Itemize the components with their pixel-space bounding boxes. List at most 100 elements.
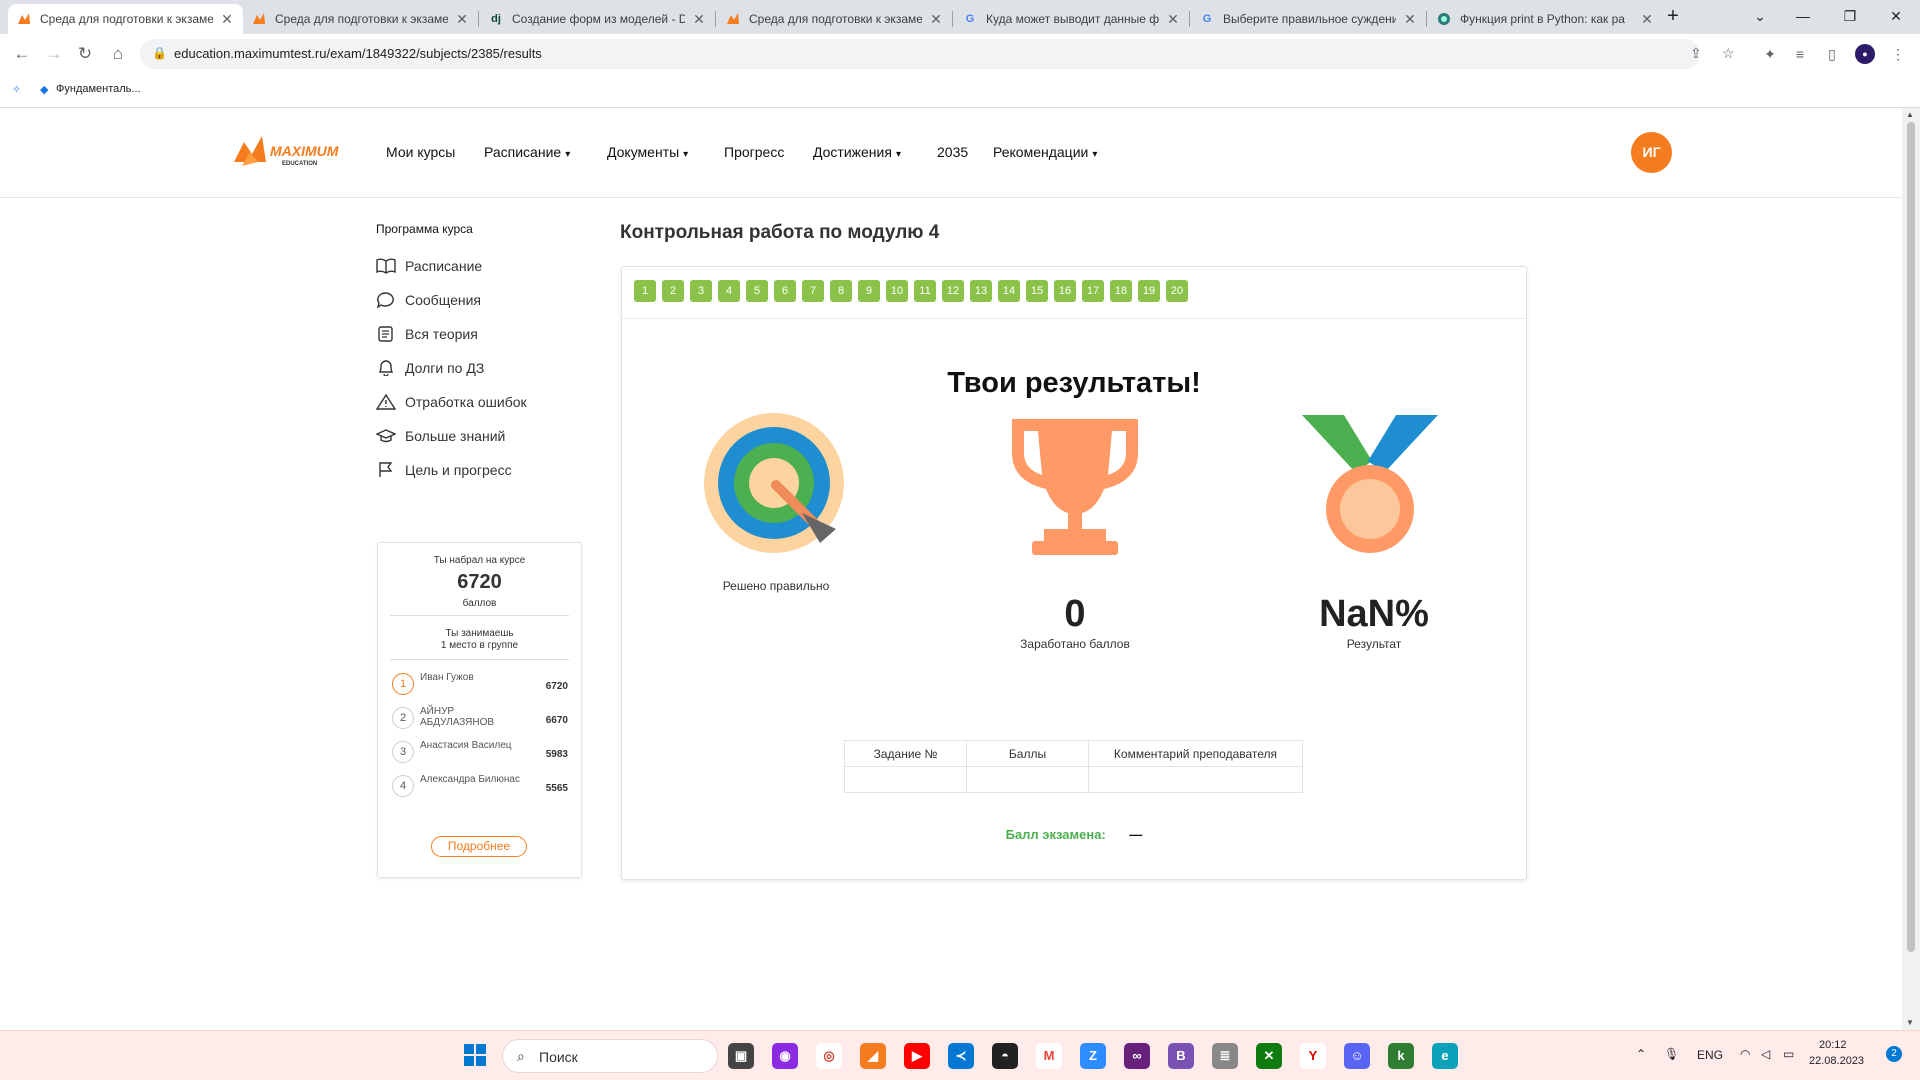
page-scrollbar[interactable]: ▲ ▼ xyxy=(1902,108,1920,1030)
app-icon[interactable]: ◉ xyxy=(772,1043,798,1069)
home-icon[interactable]: ⌂ xyxy=(104,40,132,68)
browser-tab[interactable]: Среда для подготовки к экзаме ✕ xyxy=(8,4,243,34)
new-tab-button[interactable]: + xyxy=(1653,4,1693,28)
notification-badge[interactable]: 2 xyxy=(1886,1046,1902,1062)
scroll-down-icon[interactable]: ▼ xyxy=(1906,1018,1914,1027)
close-tab-icon[interactable]: ✕ xyxy=(219,11,235,28)
question-button[interactable]: 7 xyxy=(802,280,824,302)
windows-start-icon[interactable] xyxy=(462,1043,488,1069)
sidebar-item-more-knowledge[interactable]: Больше знаний xyxy=(376,424,505,448)
nav-schedule[interactable]: Расписание ▾ xyxy=(484,144,570,160)
browser-tab[interactable]: Среда для подготовки к экзаме ✕ xyxy=(243,4,478,34)
question-button[interactable]: 14 xyxy=(998,280,1020,302)
nav-2035[interactable]: 2035 xyxy=(937,144,968,160)
clock-time[interactable]: 20:12 xyxy=(1819,1039,1847,1051)
question-button[interactable]: 1 xyxy=(634,280,656,302)
microphone-icon[interactable]: 🎙 xyxy=(1664,1047,1679,1061)
forward-icon[interactable]: → xyxy=(40,40,68,68)
question-button[interactable]: 12 xyxy=(942,280,964,302)
question-button[interactable]: 4 xyxy=(718,280,740,302)
reload-icon[interactable]: ↻ xyxy=(71,40,99,68)
nav-progress[interactable]: Прогресс xyxy=(724,144,784,160)
chevron-up-icon[interactable]: ⌃ xyxy=(1636,1047,1646,1061)
battery-icon[interactable]: ▭ xyxy=(1783,1047,1794,1061)
gmail-icon[interactable]: M xyxy=(1036,1043,1062,1069)
volume-icon[interactable]: ◁ xyxy=(1761,1047,1770,1061)
question-button[interactable]: 2 xyxy=(662,280,684,302)
clock-date[interactable]: 22.08.2023 xyxy=(1809,1055,1864,1067)
github-icon[interactable]: ◓ xyxy=(992,1043,1018,1069)
user-avatar[interactable]: ИГ xyxy=(1631,132,1672,173)
scroll-up-icon[interactable]: ▲ xyxy=(1906,110,1914,119)
share-icon[interactable]: ⇪ xyxy=(1690,45,1702,62)
bootstrap-icon[interactable]: B xyxy=(1168,1043,1194,1069)
profile-icon[interactable]: ● xyxy=(1855,44,1875,64)
browser-tab[interactable]: Функция print в Python: как ра ✕ xyxy=(1428,4,1663,34)
sidebar-item-theory[interactable]: Вся теория xyxy=(376,322,478,346)
task-view-icon[interactable]: ▣ xyxy=(728,1043,754,1069)
taskbar-search[interactable]: ⌕ Поиск xyxy=(502,1039,718,1073)
discord-icon[interactable]: ☺ xyxy=(1344,1043,1370,1069)
question-button[interactable]: 8 xyxy=(830,280,852,302)
extensions-icon[interactable]: ✦ xyxy=(1760,44,1780,64)
wifi-icon[interactable]: ◠ xyxy=(1740,1047,1750,1061)
question-button[interactable]: 5 xyxy=(746,280,768,302)
tab-search-icon[interactable]: ⌄ xyxy=(1740,4,1780,28)
sidebar-item-error-practice[interactable]: Отработка ошибок xyxy=(376,390,527,414)
nav-my-courses[interactable]: Мои курсы xyxy=(386,144,455,160)
browser-tab[interactable]: Среда для подготовки к экзаме ✕ xyxy=(717,4,952,34)
menu-icon[interactable]: ⋮ xyxy=(1888,44,1908,64)
bookmark-star-icon[interactable]: ☆ xyxy=(1722,45,1735,62)
nav-achievements[interactable]: Достижения ▾ xyxy=(813,144,901,160)
xbox-icon[interactable]: ✕ xyxy=(1256,1043,1282,1069)
youtube-icon[interactable]: ▶ xyxy=(904,1043,930,1069)
address-bar[interactable]: 🔒 education.maximumtest.ru/exam/1849322/… xyxy=(140,39,1735,69)
question-button[interactable]: 10 xyxy=(886,280,908,302)
sidebar-item-homework-debts[interactable]: Долги по ДЗ xyxy=(376,356,484,380)
question-button[interactable]: 3 xyxy=(690,280,712,302)
close-tab-icon[interactable]: ✕ xyxy=(928,11,944,28)
question-button[interactable]: 20 xyxy=(1166,280,1188,302)
vscode-icon[interactable]: ≺ xyxy=(948,1043,974,1069)
sidebar-item-schedule[interactable]: Расписание xyxy=(376,254,482,278)
close-tab-icon[interactable]: ✕ xyxy=(1165,11,1181,28)
nav-recommendations[interactable]: Рекомендации ▾ xyxy=(993,144,1097,160)
minimize-icon[interactable]: — xyxy=(1783,4,1823,28)
sidepanel-icon[interactable]: ▯ xyxy=(1822,44,1842,64)
edge-icon[interactable]: e xyxy=(1432,1043,1458,1069)
close-tab-icon[interactable]: ✕ xyxy=(691,11,707,28)
language-indicator[interactable]: ENG xyxy=(1697,1048,1723,1062)
media-icon[interactable]: ≡ xyxy=(1790,44,1810,64)
visual-studio-icon[interactable]: ∞ xyxy=(1124,1043,1150,1069)
kaspersky-icon[interactable]: k xyxy=(1388,1043,1414,1069)
question-button[interactable]: 15 xyxy=(1026,280,1048,302)
question-button[interactable]: 13 xyxy=(970,280,992,302)
restore-icon[interactable]: ❐ xyxy=(1830,4,1870,28)
bookmark-item[interactable]: Фундаменталь... xyxy=(56,83,141,95)
question-button[interactable]: 17 xyxy=(1082,280,1104,302)
sidebar-item-messages[interactable]: Сообщения xyxy=(376,288,481,312)
scrollbar-thumb[interactable] xyxy=(1907,122,1915,952)
browser-tab[interactable]: dj Создание форм из моделей - D ✕ xyxy=(480,4,715,34)
question-button[interactable]: 19 xyxy=(1138,280,1160,302)
maximum-logo[interactable]: MAXIMUM EDUCATION xyxy=(232,132,352,176)
chrome-icon[interactable]: ◎ xyxy=(816,1043,842,1069)
question-button[interactable]: 9 xyxy=(858,280,880,302)
back-icon[interactable]: ← xyxy=(8,40,36,68)
question-button[interactable]: 11 xyxy=(914,280,936,302)
question-button[interactable]: 18 xyxy=(1110,280,1132,302)
yandex-icon[interactable]: Y xyxy=(1300,1043,1326,1069)
question-button[interactable]: 6 xyxy=(774,280,796,302)
nav-documents[interactable]: Документы ▾ xyxy=(607,144,688,160)
sidebar-item-goal-progress[interactable]: Цель и прогресс xyxy=(376,458,512,482)
apps-icon[interactable]: ✧ xyxy=(12,83,21,96)
database-icon[interactable]: ≣ xyxy=(1212,1043,1238,1069)
browser-tab[interactable]: G Выберите правильное суждени ✕ xyxy=(1191,4,1426,34)
more-details-button[interactable]: Подробнее xyxy=(431,836,527,857)
close-tab-icon[interactable]: ✕ xyxy=(454,11,470,28)
browser-tab[interactable]: G Куда может выводит данные ф ✕ xyxy=(954,4,1189,34)
zoom-icon[interactable]: Z xyxy=(1080,1043,1106,1069)
close-window-icon[interactable]: ✕ xyxy=(1876,4,1916,28)
maximum-app-icon[interactable]: ◢ xyxy=(860,1043,886,1069)
close-tab-icon[interactable]: ✕ xyxy=(1402,11,1418,28)
